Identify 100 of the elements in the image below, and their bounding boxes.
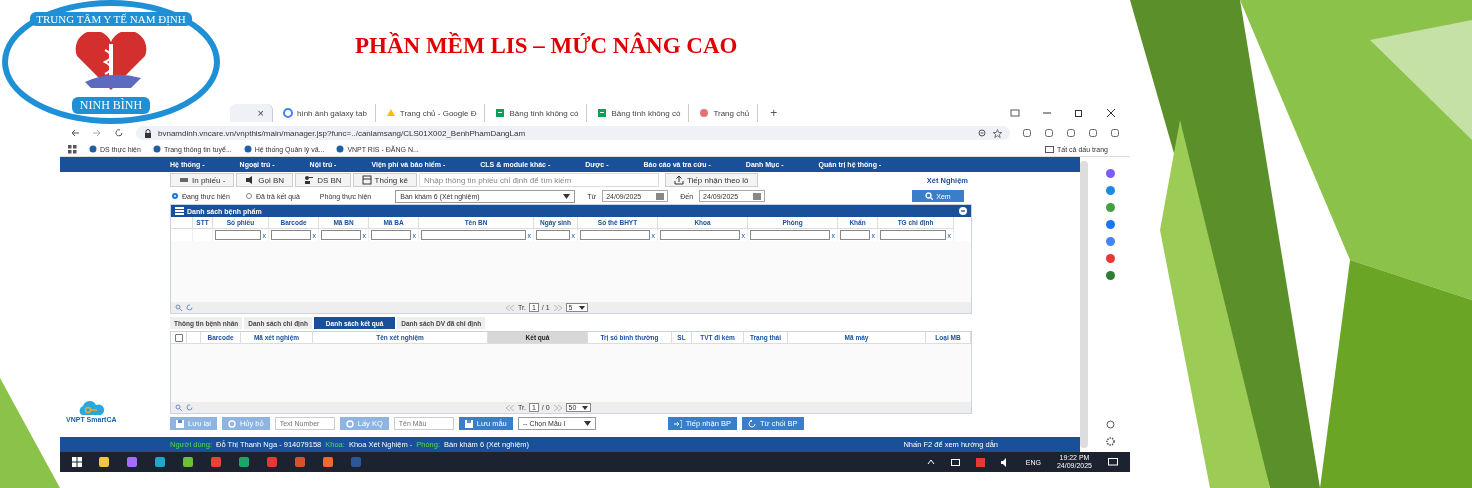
browser-tab[interactable]: Trang chủ — [691, 104, 759, 122]
antivirus-icon[interactable] — [975, 457, 985, 467]
tab-title: hình ảnh galaxy tab — [297, 108, 367, 118]
caret-icon — [583, 421, 591, 426]
coccoc-icon[interactable] — [182, 456, 194, 468]
browser-tab[interactable]: Bảng tính không có — [487, 104, 588, 122]
close-icon[interactable] — [1106, 108, 1116, 118]
filter-field[interactable] — [580, 230, 650, 240]
batch-receive-button[interactable]: Tiếp nhận theo lô — [664, 173, 758, 187]
folder-icon — [1045, 145, 1054, 153]
calendar-icon — [753, 192, 762, 200]
tab-favicon-icon — [283, 108, 293, 118]
toolbar-button[interactable]: In phiếu - — [170, 173, 235, 187]
tab-title: Trang chủ — [713, 108, 750, 118]
start-icon[interactable] — [72, 457, 82, 467]
tab-title: Bảng tính không có — [509, 108, 579, 118]
cancel-icon — [227, 419, 236, 428]
copilot-icon[interactable] — [126, 456, 138, 468]
filter-field[interactable] — [421, 230, 526, 240]
filter-field[interactable] — [750, 230, 830, 240]
logo-text: TRUNG TÂM Y TẾ NAM ĐỊNH — [30, 12, 192, 26]
chat-app-icon[interactable] — [266, 456, 278, 468]
bookmark-favicon-icon — [89, 145, 97, 153]
spreadsheet-icon[interactable] — [238, 456, 250, 468]
edge-icon[interactable] — [154, 456, 166, 468]
settings-icon[interactable] — [1106, 437, 1115, 446]
reload-icon[interactable] — [114, 128, 124, 138]
filter-field[interactable] — [371, 230, 411, 240]
list-icon — [175, 207, 184, 215]
video-icon[interactable] — [1106, 254, 1115, 263]
facebook-icon[interactable] — [1106, 220, 1115, 229]
save-icon — [176, 419, 184, 428]
browser-tab[interactable]: hình ảnh galaxy tab — [275, 104, 376, 122]
chrome-icon[interactable] — [210, 456, 222, 468]
print-icon — [179, 175, 189, 185]
close-tab-button[interactable]: × — [257, 107, 264, 119]
file-explorer-icon[interactable] — [98, 456, 110, 468]
search-icon — [925, 192, 934, 200]
bookmark-favicon-icon — [152, 145, 161, 153]
caret-icon — [582, 405, 589, 410]
notification-icon[interactable] — [1108, 457, 1118, 467]
slides-app-icon[interactable] — [322, 456, 334, 468]
filter-field[interactable] — [271, 230, 311, 240]
save-icon — [464, 419, 473, 428]
slide-title: PHẦN MỀM LIS – MỨC NÂNG CAO — [355, 33, 738, 59]
enter-icon — [673, 419, 682, 428]
tray-chevron-icon[interactable] — [926, 459, 935, 465]
toolbar-button[interactable]: Gọi BN — [236, 173, 294, 187]
browser-tab[interactable]: Bảng tính không có — [589, 104, 690, 122]
filter-field[interactable] — [215, 230, 261, 240]
chat-icon[interactable] — [1106, 186, 1115, 195]
game-icon[interactable] — [1106, 203, 1115, 212]
tab-favicon-icon — [597, 108, 608, 118]
bookmark-favicon-icon — [243, 145, 252, 153]
network-icon[interactable] — [950, 457, 960, 467]
apps-grid-icon[interactable] — [68, 144, 77, 154]
search-icon[interactable] — [175, 404, 182, 411]
word-icon[interactable] — [350, 456, 362, 468]
play-icon[interactable] — [1106, 271, 1115, 280]
filter-field[interactable] — [660, 230, 740, 240]
filter-field[interactable] — [840, 230, 870, 240]
tab-favicon-icon — [699, 108, 710, 118]
tab-title: Bảng tính không có — [611, 108, 681, 118]
tab-favicon-icon — [385, 108, 396, 118]
browser-tab[interactable]: × — [230, 104, 273, 122]
url-text: bvnamdinh.vncare.vn/vnpthis/main/manager.jsp?func=../canlamsang/CLS01X002_BenhPhamDangLam — [158, 128, 527, 138]
zoom-out-icon[interactable] — [978, 128, 987, 138]
header-cell — [171, 217, 193, 229]
reject-icon — [747, 419, 756, 428]
address-field[interactable]: bvnamdinh.vncare.vn/vnpthis/main/manager.jsp?func=../canlamsang/CLS01X002_BenhPhamDangLam — [136, 126, 1010, 140]
filter-field[interactable] — [880, 230, 946, 240]
select-all-checkbox[interactable] — [174, 333, 183, 342]
search-field[interactable]: Nhập thông tin phiếu chỉ định để tìm kiếm — [418, 173, 659, 187]
filter-field[interactable] — [321, 230, 361, 240]
caret-icon — [563, 193, 571, 199]
stats-icon — [361, 175, 372, 185]
lock-icon — [144, 128, 152, 138]
toolbar-button[interactable]: DS BN — [295, 173, 351, 187]
caret-icon — [578, 305, 585, 310]
back-icon[interactable] — [70, 128, 80, 138]
refresh-icon[interactable] — [186, 404, 193, 411]
filter-field[interactable] — [536, 230, 570, 240]
new-tab-button[interactable]: + — [760, 106, 788, 120]
collapse-icon[interactable] — [959, 207, 967, 215]
bookmark-favicon-icon — [336, 145, 345, 153]
search-icon[interactable] — [175, 304, 182, 311]
presentation-icon[interactable] — [294, 456, 306, 468]
browser-tab[interactable]: Trang chủ - Google Đ — [377, 104, 486, 122]
restore-icon[interactable] — [1074, 108, 1084, 118]
forward-icon[interactable] — [92, 128, 102, 138]
refresh-icon[interactable] — [186, 304, 193, 311]
cancel-icon — [345, 419, 354, 428]
tab-title: Trang chủ - Google Đ — [399, 108, 477, 118]
toolbar-button[interactable]: Thống kê — [352, 173, 417, 187]
logo-text: NINH BÌNH — [71, 97, 151, 114]
messenger-icon[interactable] — [1106, 169, 1115, 178]
scrollbar[interactable] — [1080, 161, 1088, 448]
star-icon[interactable] — [993, 128, 1002, 138]
translate-icon[interactable] — [1106, 237, 1115, 246]
people-icon — [304, 175, 315, 185]
